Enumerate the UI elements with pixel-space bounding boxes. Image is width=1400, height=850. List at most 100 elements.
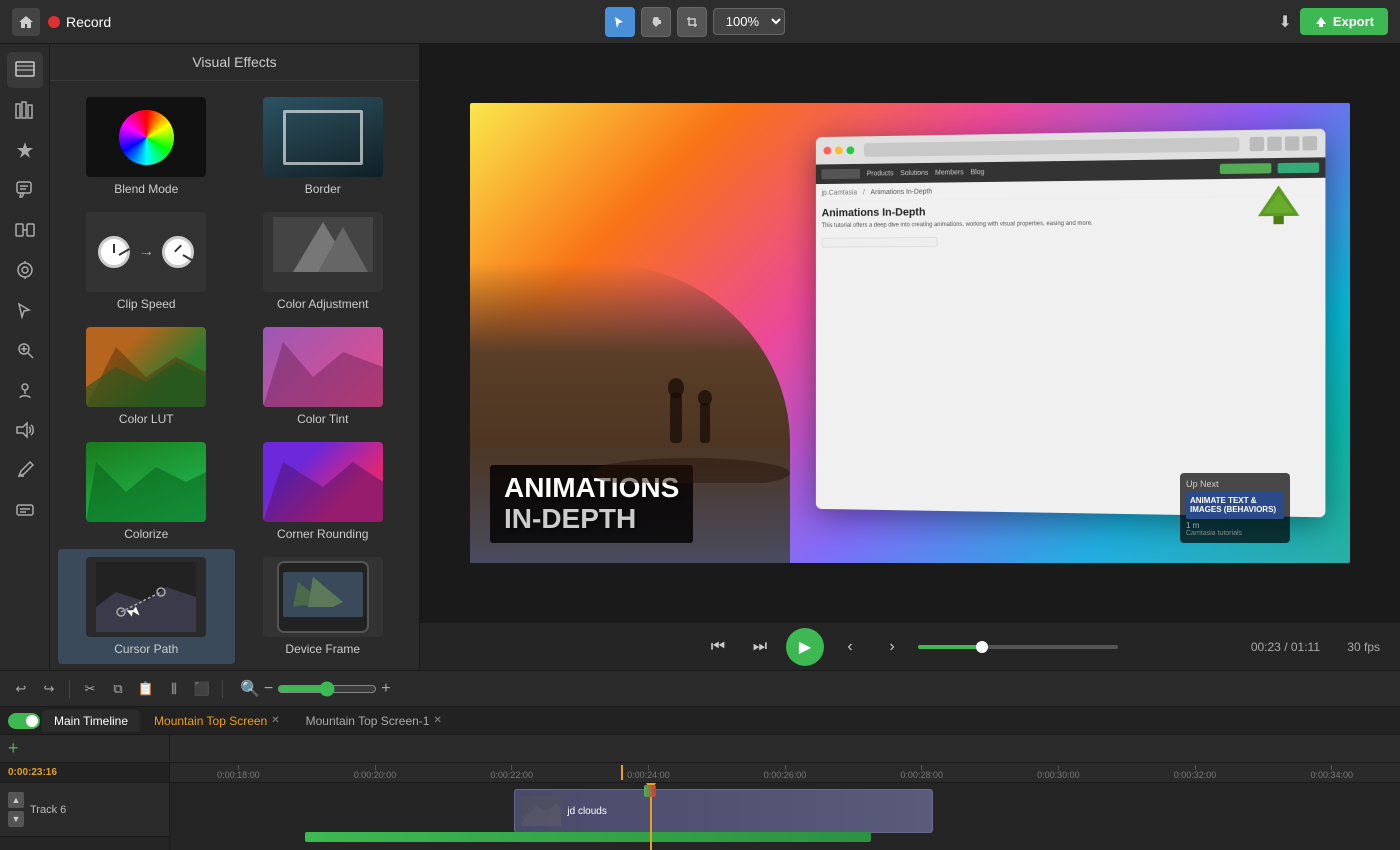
playhead-time-display: 0:00:23:16 — [8, 767, 57, 778]
effect-label-cursor-path: Cursor Path — [114, 642, 178, 656]
browser-subnav-item-2: Animations In-Depth — [871, 189, 933, 197]
effect-thumb-cursor-path — [86, 557, 206, 637]
effect-corner-rounding[interactable]: Corner Rounding — [235, 434, 412, 549]
browser-nav-solutions: Solutions — [900, 169, 928, 176]
toolbar-divider-1 — [69, 680, 70, 698]
ruler-label-3: 0:00:24:00 — [580, 770, 717, 780]
main-area: Visual Effects Blend Mode Border — [0, 44, 1400, 670]
select-tool-button[interactable] — [605, 7, 635, 37]
timeline-tab-main[interactable]: Main Timeline — [42, 710, 140, 732]
border-thumbnail — [263, 97, 383, 177]
track-clip-clouds[interactable]: jd clouds — [514, 789, 932, 833]
tint-landscape-icon — [263, 327, 383, 407]
pan-tool-button[interactable] — [641, 7, 671, 37]
green-logo-area — [1253, 180, 1305, 231]
next-frame-button[interactable]: › — [876, 631, 908, 663]
ruler-label-2: 0:00:22:00 — [443, 770, 580, 780]
effect-cursor-path[interactable]: Cursor Path — [58, 549, 235, 664]
timeline-lower: Main Timeline Mountain Top Screen ✕ Moun… — [0, 707, 1400, 850]
progress-bar[interactable] — [918, 645, 1118, 649]
sidebar-item-pen[interactable] — [7, 452, 43, 488]
title-bar-center: 100% 75% 50% 150% — [121, 7, 1268, 37]
browser-nav-members: Members — [935, 169, 964, 176]
effect-color-lut[interactable]: Color LUT — [58, 319, 235, 434]
export-button[interactable]: Export — [1300, 8, 1388, 35]
sidebar-item-favorites[interactable] — [7, 132, 43, 168]
browser-icon-2 — [1267, 137, 1281, 151]
zoom-plus[interactable]: + — [381, 680, 390, 698]
clock-icon-1 — [98, 236, 130, 268]
step-back-button[interactable]: ⏭ — [744, 631, 776, 663]
timeline-toolbar: ↩ ↪ ✂ ⧉ 📋 ⫼ ⬛ 🔍 − + — [0, 671, 1400, 707]
effect-border[interactable]: Border — [235, 89, 412, 204]
sidebar-item-behaviors[interactable] — [7, 252, 43, 288]
sidebar-item-transitions[interactable] — [7, 212, 43, 248]
timeline-area: ↩ ↪ ✂ ⧉ 📋 ⫼ ⬛ 🔍 − + Main Timeline Mounta… — [0, 670, 1400, 850]
zoom-minus[interactable]: − — [264, 680, 273, 698]
sidebar-icons — [0, 44, 50, 670]
timeline-toggle[interactable] — [8, 713, 40, 729]
effect-color-adjustment[interactable]: Color Adjustment — [235, 204, 412, 319]
preview-area: Products Solutions Members Blog jp.Camta… — [420, 44, 1400, 670]
total-time: 01:11 — [1291, 640, 1320, 654]
effect-color-tint[interactable]: Color Tint — [235, 319, 412, 434]
up-next-time: 1 m — [1186, 521, 1284, 530]
clock-hand-hour-2 — [174, 245, 182, 253]
undo-button[interactable]: ↩ — [10, 678, 32, 700]
browser-minimize-dot — [835, 146, 843, 154]
sidebar-item-audio[interactable] — [7, 372, 43, 408]
timeline-tab-main-label: Main Timeline — [54, 714, 128, 728]
effect-label-color-tint: Color Tint — [297, 412, 348, 426]
track-6-down-button[interactable]: ▼ — [8, 811, 24, 827]
browser-subnav-sep: / — [863, 189, 865, 196]
record-button[interactable]: Record — [48, 14, 111, 30]
paste-button[interactable]: 📋 — [135, 678, 157, 700]
sidebar-item-media[interactable] — [7, 52, 43, 88]
browser-content-area: jp.Camtasia / Animations In-Depth Animat… — [816, 178, 1326, 254]
device-frame-icon — [263, 557, 383, 637]
track-labels-column: + 0:00:23:16 ▲ ▼ Track 6 — [0, 735, 170, 850]
sidebar-item-cursor[interactable] — [7, 292, 43, 328]
track-6-label: Track 6 — [30, 804, 66, 816]
track-6-up-button[interactable]: ▲ — [8, 792, 24, 808]
effect-clip-speed[interactable]: → Clip Speed — [58, 204, 235, 319]
sidebar-item-annotations[interactable] — [7, 172, 43, 208]
browser-search-bar — [822, 237, 938, 248]
ruler-label-0: 0:00:18:00 — [170, 770, 307, 780]
browser-logo-area — [822, 169, 860, 179]
redo-button[interactable]: ↪ — [38, 678, 60, 700]
sidebar-item-captions[interactable] — [7, 492, 43, 528]
timeline-tab-mountain-1[interactable]: Mountain Top Screen-1 ✕ — [294, 710, 454, 732]
sidebar-item-volume[interactable] — [7, 412, 43, 448]
zoom-slider[interactable] — [277, 681, 377, 697]
copy-button[interactable]: ⧉ — [107, 678, 129, 700]
timeline-tab-mountain1-close[interactable]: ✕ — [433, 715, 441, 726]
cursor-path-icon — [96, 562, 196, 632]
home-button[interactable] — [12, 8, 40, 36]
split-button[interactable]: ⫼ — [163, 678, 185, 700]
effect-thumb-color-tint — [263, 327, 383, 407]
timeline-right-side: 0:00:18:00 0:00:20:00 0:00:22:00 0: — [170, 735, 1400, 850]
effect-blend-mode[interactable]: Blend Mode — [58, 89, 235, 204]
timeline-tab-mountain-close[interactable]: ✕ — [271, 715, 279, 726]
timeline-tab-mountain[interactable]: Mountain Top Screen ✕ — [142, 710, 292, 732]
prev-frame-button[interactable]: ‹ — [834, 631, 866, 663]
toolbar-divider-2 — [222, 680, 223, 698]
play-button[interactable]: ▶ — [786, 628, 824, 666]
sidebar-item-library[interactable] — [7, 92, 43, 128]
clock-hand-minute-2 — [183, 254, 194, 262]
crop-tool-button[interactable] — [677, 7, 707, 37]
ruler-mark-8: 0:00:34:00 — [1263, 765, 1400, 780]
title-bar: Record 100% 75% 50% 150% ⬇ — [0, 0, 1400, 44]
up-next-title: ANIMATE TEXT & IMAGES (BEHAVIORS) — [1186, 492, 1284, 519]
browser-main-heading: Animations In-Depth — [822, 202, 1320, 219]
cut-button[interactable]: ✂ — [79, 678, 101, 700]
download-icon[interactable]: ⬇ — [1278, 12, 1291, 32]
zoom-selector[interactable]: 100% 75% 50% 150% — [713, 8, 785, 35]
rewind-button[interactable]: ⏮ — [702, 631, 734, 663]
effect-device-frame[interactable]: Device Frame — [235, 549, 412, 664]
add-track-button[interactable]: + — [8, 738, 19, 759]
screen-record-button[interactable]: ⬛ — [191, 678, 213, 700]
sidebar-item-zoom[interactable] — [7, 332, 43, 368]
effect-colorize[interactable]: Colorize — [58, 434, 235, 549]
